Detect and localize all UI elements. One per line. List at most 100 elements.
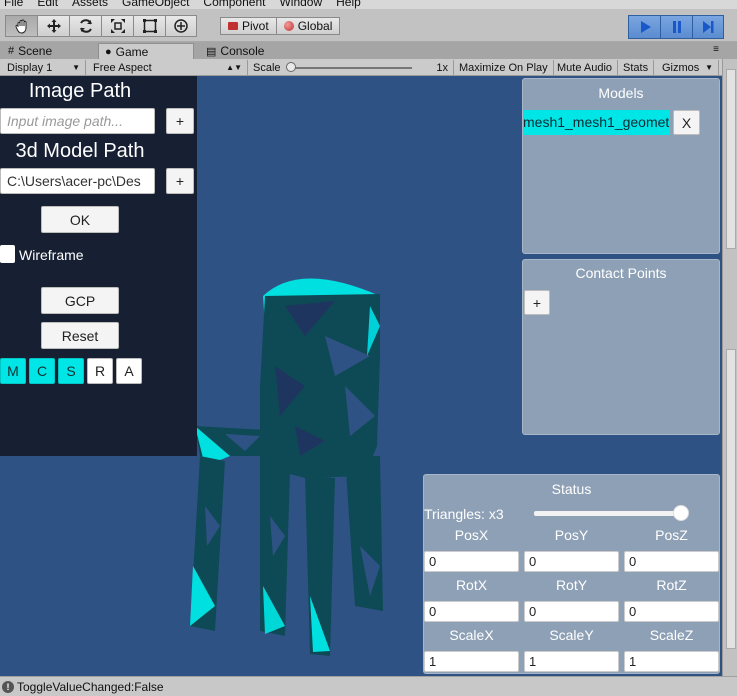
scaley-label: ScaleY <box>549 627 594 643</box>
roty-label: RotY <box>555 577 588 593</box>
posx-input[interactable]: 0 <box>424 551 519 572</box>
menu-items: File Edit Assets GameObject Component Window H… <box>4 0 361 9</box>
scalez-label: ScaleZ <box>649 627 694 643</box>
scale-tool-button[interactable] <box>101 15 133 37</box>
globe-icon <box>283 21 294 31</box>
pause-button[interactable] <box>660 15 692 39</box>
rotz-label: RotZ <box>656 577 687 593</box>
wireframe-label: Wireframe <box>19 247 84 263</box>
dropdown-arrow-icon: ▼ <box>72 63 80 72</box>
gizmos-dropdown[interactable]: Gizmos ▼ <box>657 60 719 75</box>
tab-scene-label: Scene <box>18 44 53 58</box>
model-list-item[interactable]: mesh1_mesh1_geometry <box>523 110 670 135</box>
menu-item-help[interactable]: Help <box>336 0 361 9</box>
status-bar: ! ToggleValueChanged:False <box>0 676 737 696</box>
add-contact-point-button[interactable]: + <box>524 290 550 315</box>
mode-button-c[interactable]: C <box>29 358 55 384</box>
model-path-heading: 3d Model Path <box>15 140 145 162</box>
tab-game-label: Game <box>115 44 149 59</box>
rotz-input[interactable]: 0 <box>624 601 719 622</box>
play-button[interactable] <box>628 15 660 39</box>
mute-audio-toggle[interactable]: Mute Audio <box>552 60 619 75</box>
scrollbar-thumb[interactable] <box>726 69 736 249</box>
move-icon <box>46 19 61 33</box>
scalex-input[interactable]: 1 <box>424 651 519 672</box>
global-button[interactable]: Global <box>276 17 341 35</box>
pivot-icon <box>228 22 238 30</box>
rotx-input[interactable]: 0 <box>424 601 519 622</box>
scale-slider-track[interactable] <box>292 67 412 69</box>
add-model-button[interactable]: + <box>166 168 194 194</box>
gizmos-label: Gizmos <box>662 61 700 74</box>
scale-label: Scale <box>253 61 281 74</box>
menu-item-file[interactable]: File <box>4 0 23 9</box>
pause-icon <box>672 21 681 33</box>
maximize-on-play-toggle[interactable]: Maximize On Play <box>454 60 554 75</box>
gcp-button[interactable]: GCP <box>41 287 119 314</box>
pivot-button[interactable]: Pivot <box>220 17 277 35</box>
info-icon: ! <box>2 680 14 693</box>
status-panel: Status Triangles: x3 PosX 0 PosY 0 PosZ 0 RotX… <box>423 474 720 674</box>
rotate-icon <box>79 19 92 33</box>
menu-item-edit[interactable]: Edit <box>37 0 58 9</box>
rect-icon <box>142 19 157 33</box>
menu-bar: File Edit Assets GameObject Component Window H… <box>0 0 737 9</box>
ok-button[interactable]: OK <box>41 206 119 233</box>
roty-input[interactable]: 0 <box>524 601 619 622</box>
rect-tool-button[interactable] <box>133 15 165 37</box>
display-dropdown[interactable]: Display 1 ▼ <box>2 60 86 75</box>
menu-item-gameobject[interactable]: GameObject <box>122 0 189 9</box>
model-path-input[interactable]: C:\Users\acer-pc\Des <box>0 168 155 194</box>
scalez-input[interactable]: 1 <box>624 651 719 672</box>
playback-controls <box>628 15 724 39</box>
menu-item-window[interactable]: Window <box>279 0 322 9</box>
reset-button[interactable]: Reset <box>41 322 119 349</box>
rotate-tool-button[interactable] <box>69 15 101 37</box>
scrollbar-thumb[interactable] <box>726 349 736 649</box>
dropdown-arrow-icon: ▼ <box>705 63 713 72</box>
posz-input[interactable]: 0 <box>624 551 719 572</box>
mode-button-s[interactable]: S <box>58 358 84 384</box>
move-tool-button[interactable] <box>37 15 69 37</box>
play-icon <box>640 21 651 33</box>
transform-icon <box>174 19 188 33</box>
image-path-heading: Image Path <box>28 80 132 102</box>
step-button[interactable] <box>692 15 724 39</box>
view-tabs: # Scene ● Game ▤ Console ≡ <box>0 42 737 59</box>
posy-input[interactable]: 0 <box>524 551 619 572</box>
left-control-panel: Image Path Input image path... + 3d Mode… <box>0 76 197 456</box>
posy-label: PosY <box>554 527 589 543</box>
aspect-label: Free Aspect <box>93 61 152 74</box>
triangles-slider-knob[interactable] <box>673 505 689 521</box>
models-title: Models <box>598 85 644 101</box>
dropdown-arrow-icon: ▲▼ <box>226 63 242 72</box>
triangles-slider-track[interactable] <box>534 511 684 516</box>
display-label: Display 1 <box>7 61 53 74</box>
maximize-label: Maximize On Play <box>459 61 548 74</box>
mesh-model[interactable] <box>185 266 395 666</box>
aspect-dropdown[interactable]: Free Aspect ▲▼ <box>88 60 248 75</box>
menu-item-component[interactable]: Component <box>203 0 265 9</box>
hand-tool-button[interactable] <box>5 15 37 37</box>
tab-console[interactable]: ▤ Console <box>200 43 270 59</box>
add-image-button[interactable]: + <box>166 108 194 134</box>
global-label: Global <box>297 19 333 33</box>
transform-tool-button[interactable] <box>165 15 197 37</box>
game-viewport[interactable]: Image Path Input image path... + 3d Mode… <box>0 76 722 676</box>
remove-model-button[interactable]: X <box>673 110 700 135</box>
tab-menu-icon[interactable]: ≡ <box>713 44 719 55</box>
wireframe-checkbox[interactable] <box>0 245 15 263</box>
scale-slider-knob[interactable] <box>286 62 296 72</box>
game-view-toolbar: Display 1 ▼ Free Aspect ▲▼ Scale 1x Maxi… <box>0 59 722 76</box>
image-path-input[interactable]: Input image path... <box>0 108 155 134</box>
mode-button-r[interactable]: R <box>87 358 113 384</box>
scaley-input[interactable]: 1 <box>524 651 619 672</box>
hand-icon <box>15 19 26 34</box>
menu-item-assets[interactable]: Assets <box>72 0 108 9</box>
triangles-label: Triangles: x3 <box>424 506 504 522</box>
tab-scene[interactable]: # Scene <box>2 43 58 59</box>
tab-game[interactable]: ● Game <box>98 43 194 59</box>
stats-toggle[interactable]: Stats <box>618 60 655 75</box>
mode-button-m[interactable]: M <box>0 358 26 384</box>
mode-button-a[interactable]: A <box>116 358 142 384</box>
